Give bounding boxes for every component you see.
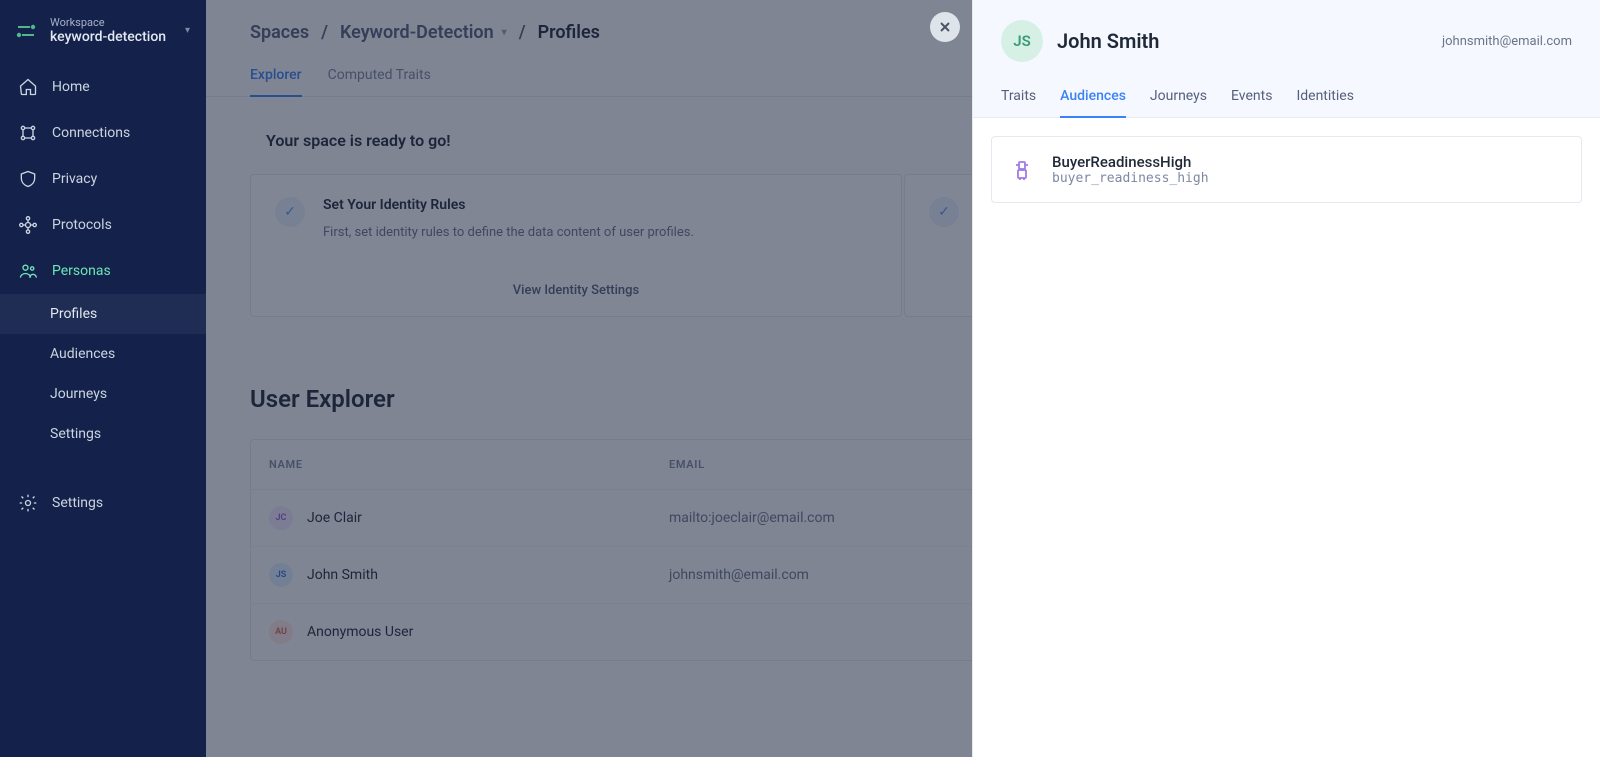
subnav-settings[interactable]: Settings	[0, 414, 206, 454]
workspace-name: keyword-detection	[50, 29, 166, 46]
audience-card[interactable]: BuyerReadinessHigh buyer_readiness_high	[991, 136, 1582, 203]
subnav-journeys[interactable]: Journeys	[0, 374, 206, 414]
home-icon	[18, 77, 38, 97]
nav-personas-label: Personas	[52, 263, 111, 279]
subnav-audiences[interactable]: Audiences	[0, 334, 206, 374]
gear-icon	[18, 493, 38, 513]
nav-protocols-label: Protocols	[52, 217, 112, 233]
close-icon	[939, 21, 951, 33]
profile-drawer: JS John Smith johnsmith@email.com Traits…	[972, 0, 1600, 757]
nav-personas[interactable]: Personas	[0, 248, 206, 294]
dtab-identities[interactable]: Identities	[1296, 88, 1353, 117]
dtab-journeys[interactable]: Journeys	[1150, 88, 1207, 117]
nav-protocols[interactable]: Protocols	[0, 202, 206, 248]
personas-subnav: Profiles Audiences Journeys Settings	[0, 294, 206, 454]
protocols-icon	[18, 215, 38, 235]
avatar: JS	[1001, 20, 1043, 62]
subnav-profiles[interactable]: Profiles	[0, 294, 206, 334]
nav-connections[interactable]: Connections	[0, 110, 206, 156]
workspace-label: Workspace	[50, 16, 166, 29]
subnav-profiles-label: Profiles	[50, 306, 97, 322]
nav-privacy[interactable]: Privacy	[0, 156, 206, 202]
drawer-profile-name: John Smith	[1057, 29, 1159, 53]
drawer-tabs: Traits Audiences Journeys Events Identit…	[1001, 88, 1572, 117]
shield-icon	[18, 169, 38, 189]
drawer-profile-email: johnsmith@email.com	[1442, 34, 1572, 49]
chevron-down-icon: ▾	[185, 25, 190, 36]
subnav-journeys-label: Journeys	[50, 386, 107, 402]
dtab-events[interactable]: Events	[1231, 88, 1272, 117]
sidebar: Workspace keyword-detection ▾ Home Conne…	[0, 0, 206, 757]
personas-icon	[18, 261, 38, 281]
nav-settings-label: Settings	[52, 495, 103, 511]
audience-icon	[1010, 158, 1034, 182]
audience-slug: buyer_readiness_high	[1052, 171, 1209, 186]
dtab-traits[interactable]: Traits	[1001, 88, 1036, 117]
audience-name: BuyerReadinessHigh	[1052, 153, 1209, 171]
close-drawer-button[interactable]	[930, 12, 960, 42]
nav-settings[interactable]: Settings	[0, 480, 206, 526]
nav-privacy-label: Privacy	[52, 171, 97, 187]
dtab-audiences[interactable]: Audiences	[1060, 88, 1126, 118]
nav-home-label: Home	[52, 79, 90, 95]
segment-logo-icon	[14, 19, 38, 43]
subnav-settings-label: Settings	[50, 426, 101, 442]
subnav-audiences-label: Audiences	[50, 346, 115, 362]
connections-icon	[18, 123, 38, 143]
nav-home[interactable]: Home	[0, 64, 206, 110]
nav-connections-label: Connections	[52, 125, 130, 141]
workspace-switcher[interactable]: Workspace keyword-detection ▾	[0, 10, 206, 64]
